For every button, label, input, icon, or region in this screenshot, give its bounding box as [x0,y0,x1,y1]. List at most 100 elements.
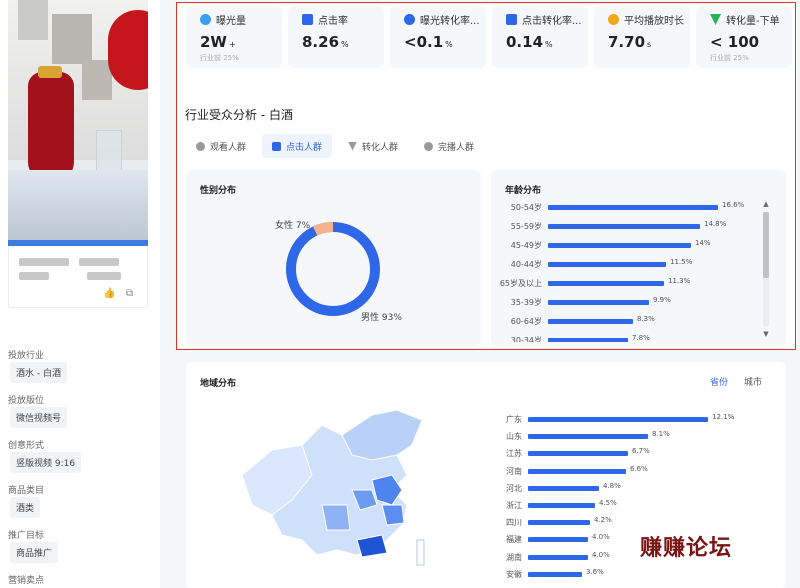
province-bar[interactable] [528,537,588,543]
scroll-thumb[interactable] [763,212,769,278]
province-row: 河北 4.8% [490,481,750,495]
age-row: 35-39岁 9.9% [486,295,746,309]
metric-card[interactable]: 曝光转化率... <0.1% [390,6,486,68]
province-bar[interactable] [528,434,648,440]
map-southsea-inset [416,539,425,566]
province-row: 浙江 4.5% [490,498,750,512]
map-sichuan [321,504,351,531]
age-bar[interactable] [548,243,691,248]
province-value: 4.0% [592,533,610,542]
blurred-text [87,272,121,280]
age-value: 16.6% [722,201,745,209]
blurred-text [79,258,119,266]
age-label: 40-44岁 [510,260,542,269]
province-label: 山东 [506,432,522,442]
scroll-up-icon[interactable]: ▲ [762,200,770,208]
province-label: 广东 [506,415,522,424]
field-label: 推广目标 [8,531,45,541]
province-value: 4.2% [594,516,612,525]
metric-suffix: + [228,40,236,49]
tab-click-audience[interactable]: 点击人群 [262,134,333,158]
ad-card-meta: 👍 ⧉ [8,246,148,308]
share-icon[interactable]: ⧉ [126,288,133,299]
metric-suffix: % [341,40,349,49]
field-tag: 酒类 [10,497,41,518]
province-bar[interactable] [528,468,626,474]
age-value: 7.8% [632,334,650,342]
audience-tabs: 观看人群 点击人群 转化人群 完播人群 [186,134,484,158]
tab-label: 完播人群 [438,142,475,153]
metric-value: 7.70 [608,33,646,51]
age-row: 50-54岁 16.6% [486,200,746,214]
age-value: 11.3% [668,277,691,285]
age-label: 30-34岁 [510,336,542,342]
metric-card[interactable]: 转化量-下单 < 100 行业前 25% [696,6,792,68]
age-label: 55-59岁 [510,222,542,231]
bottle-cap-shape [38,66,62,78]
metric-label: 曝光转化率... [420,16,480,27]
eye-icon [200,14,211,25]
age-bar[interactable] [548,300,649,305]
age-list: 50-54岁 16.6% 55-59岁 14.8% 45-49岁 14% 40-44岁 11.… [486,200,756,342]
thumbs-up-icon[interactable]: 👍 [103,288,115,299]
tab-label: 点击人群 [286,142,323,153]
age-row: 60-64岁 8.3% [486,314,746,328]
province-bar[interactable] [528,571,582,577]
metrics-row: 曝光量 2W + 行业前 25% 点击率 8.26% 曝光转化率... <0.1%… [186,6,792,70]
province-label: 江苏 [506,449,522,459]
age-title: 年龄分布 [505,186,542,196]
age-scrollbar[interactable]: ▲ ▼ [762,200,770,340]
province-bar[interactable] [528,520,590,526]
tab-province[interactable]: 省份 [710,375,728,388]
age-bar[interactable] [548,205,718,210]
metric-card[interactable]: 点击转化率... 0.14% [492,6,588,68]
region-title: 地域分布 [200,379,237,389]
china-map[interactable] [232,405,452,580]
province-label: 福建 [506,535,522,545]
male-segment[interactable] [286,222,380,316]
province-bar[interactable] [528,554,588,560]
age-bar[interactable] [548,262,666,267]
tab-convert-audience[interactable]: 转化人群 [338,134,408,158]
age-row: 45-49岁 14% [486,238,746,252]
age-label: 50-54岁 [510,203,542,212]
province-bar[interactable] [528,485,599,491]
tab-watch-audience[interactable]: 观看人群 [186,134,256,158]
tab-city[interactable]: 城市 [744,375,762,388]
scroll-down-icon[interactable]: ▼ [762,330,770,338]
pixel-block [52,14,92,64]
province-label: 浙江 [506,501,522,510]
province-row: 河南 6.6% [490,464,750,478]
age-bar[interactable] [548,319,633,324]
province-bar[interactable] [528,417,708,422]
blurred-text [19,258,69,266]
male-label: 男性 93% [361,313,402,323]
tab-complete-audience[interactable]: 完播人群 [414,134,484,158]
province-value: 3.6% [586,567,604,576]
age-bar[interactable] [548,224,700,229]
metric-value: <0.1 [404,33,444,51]
pixel-block [18,0,48,40]
age-label: 35-39岁 [510,298,542,307]
age-bar[interactable] [548,281,664,286]
age-row: 65岁及以上 11.3% [486,276,746,290]
red-shape [108,10,148,90]
age-row: 30-34岁 7.8% [486,333,746,342]
ad-thumbnail[interactable] [8,0,148,246]
province-bar[interactable] [528,503,595,508]
metric-sub: 行业前 25% [710,54,749,62]
age-row: 55-59岁 14.8% [486,219,746,233]
metric-card[interactable]: 曝光量 2W + 行业前 25% [186,6,282,68]
province-row: 四川 4.2% [490,515,750,529]
metric-suffix: % [545,40,553,49]
metric-card[interactable]: 点击率 8.26% [288,6,384,68]
province-value: 6.6% [630,464,648,473]
province-row: 安徽 3.6% [490,567,750,581]
province-bar[interactable] [528,451,628,457]
province-row: 广东 12.1% [490,412,750,426]
left-column: 👍 ⧉ 投放行业 酒水 - 白酒 投放版位 微信视频号 创意形式 竖版视频 9:… [0,0,160,588]
province-value: 4.0% [592,550,610,559]
metric-card[interactable]: 平均播放时长 7.70 s [594,6,690,68]
age-bar[interactable] [548,338,628,342]
province-label: 四川 [506,518,522,528]
